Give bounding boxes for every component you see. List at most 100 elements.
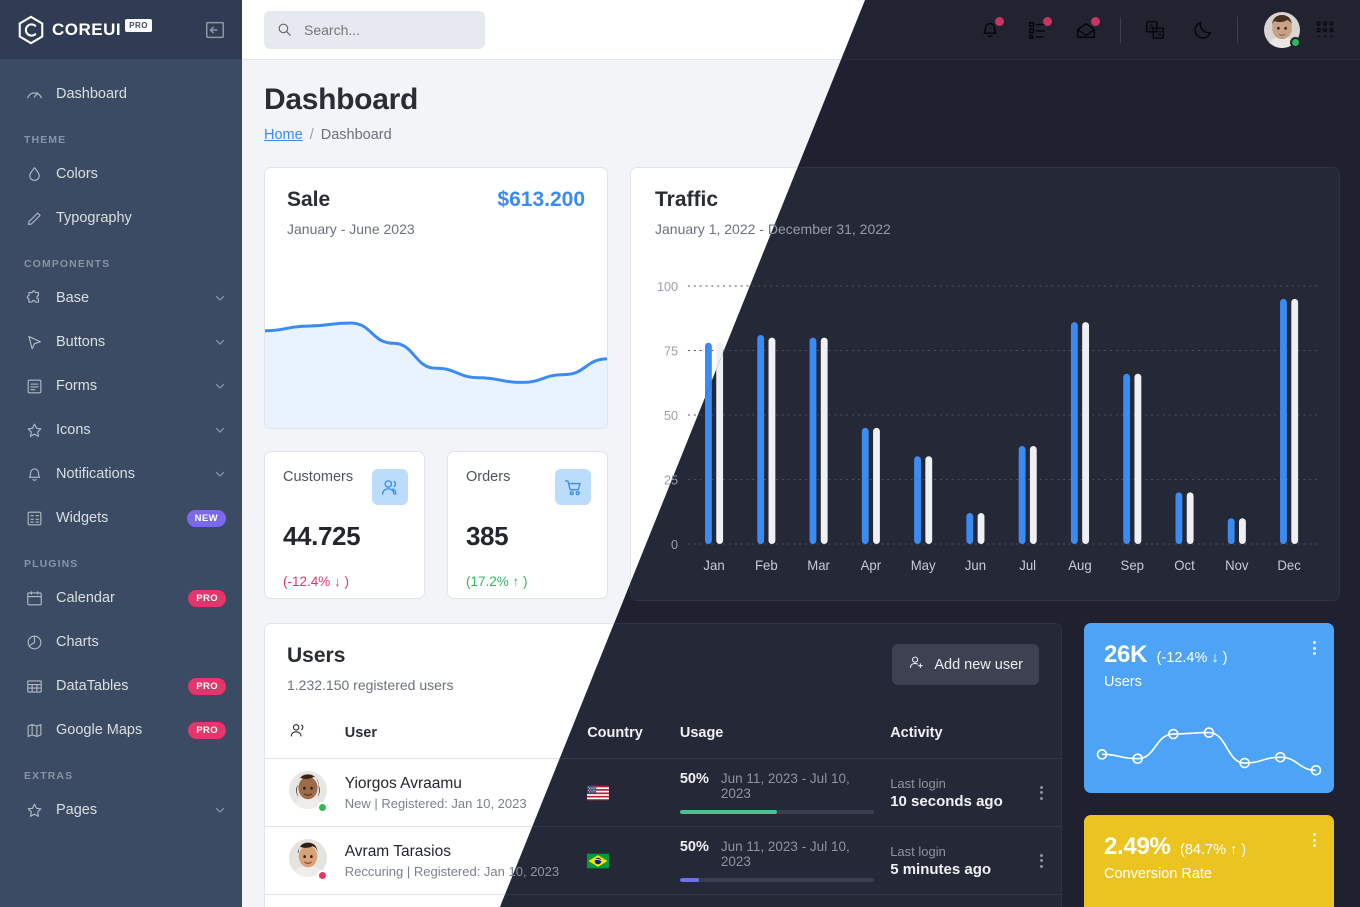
usage-progress-fill bbox=[679, 878, 700, 882]
bell-icon bbox=[24, 464, 44, 484]
user-avatar-cell bbox=[265, 758, 337, 827]
sidebar-item-colors[interactable]: Colors bbox=[0, 152, 242, 196]
breadcrumb-current: Dashboard bbox=[320, 127, 392, 143]
sidebar-item-base[interactable]: Base bbox=[0, 276, 242, 320]
add-user-label: Add new user bbox=[934, 656, 1023, 673]
svg-text:0: 0 bbox=[671, 537, 678, 552]
brand-pro-badge: PRO bbox=[125, 19, 152, 32]
widget-options-icon[interactable] bbox=[1313, 641, 1316, 655]
sidebar-item-buttons[interactable]: Buttons bbox=[0, 320, 242, 364]
sidebar-item-notifications[interactable]: Notifications bbox=[0, 452, 242, 496]
chevron-down-icon[interactable] bbox=[214, 468, 226, 480]
star-icon bbox=[24, 420, 44, 440]
chevron-down-icon[interactable] bbox=[214, 424, 226, 436]
chevron-down-icon[interactable] bbox=[214, 336, 226, 348]
avatar-status-dot bbox=[317, 802, 328, 813]
sidebar-item-label: Widgets bbox=[56, 510, 109, 526]
sidebar-item-widgets[interactable]: Widgets NEW bbox=[0, 496, 242, 540]
activity-value: 5 minutes ago bbox=[890, 860, 992, 878]
sidebar-item-typography[interactable]: Typography bbox=[0, 196, 242, 240]
sidebar-item-pages[interactable]: Pages bbox=[0, 788, 242, 832]
calendar-icon bbox=[24, 588, 44, 608]
widget-value: 26K bbox=[1104, 641, 1148, 668]
sidebar-item-forms[interactable]: Forms bbox=[0, 364, 242, 408]
svg-text:A: A bbox=[1149, 22, 1154, 31]
task-badge bbox=[1043, 16, 1052, 26]
people-icon bbox=[372, 469, 408, 505]
chevron-down-icon[interactable] bbox=[214, 380, 226, 392]
sale-card-period: January - June 2023 bbox=[287, 221, 415, 237]
avatar-status-dot bbox=[317, 870, 328, 881]
puzzle-icon bbox=[24, 288, 44, 308]
row-options-icon[interactable] bbox=[1030, 853, 1053, 868]
sidebar-item-google maps[interactable]: Google Maps PRO bbox=[0, 708, 242, 752]
sidebar-collapse-icon[interactable] bbox=[204, 19, 226, 41]
sidebar-item-charts[interactable]: Charts bbox=[0, 620, 242, 664]
usage-range: Jun 11, 2023 - Jul 10, 2023 bbox=[720, 839, 850, 869]
usage-range: Jun 11, 2023 - Jul 10, 2023 bbox=[720, 771, 850, 801]
activity-value: 10 seconds ago bbox=[890, 792, 1003, 810]
avatar[interactable] bbox=[1264, 11, 1301, 48]
svg-text:May: May bbox=[911, 558, 936, 573]
user-name: Yiorgos Avraamu bbox=[344, 774, 462, 792]
svg-text:Dec: Dec bbox=[1277, 558, 1301, 573]
sidebar-item-label: Forms bbox=[56, 378, 98, 394]
sidebar-item-label: Notifications bbox=[56, 466, 135, 482]
user-country-cell bbox=[579, 826, 672, 895]
stat-cards-row: Customers 44.725 (-12.4% ↓ ) Orders 385 … bbox=[264, 451, 608, 599]
map-icon bbox=[24, 720, 44, 740]
sidebar-badge-pro: PRO bbox=[188, 677, 226, 695]
widget-label: Users bbox=[1104, 674, 1142, 690]
users-card-subtitle: 1.232.150 registered users bbox=[287, 677, 454, 693]
traffic-bar-chart: 0255075100JanFebMarAprMayJunJulAugSepOct… bbox=[641, 276, 1325, 586]
sidebar-item-label: Icons bbox=[56, 422, 91, 438]
header-divider-2 bbox=[1237, 16, 1238, 43]
chart-pie-icon bbox=[24, 632, 44, 652]
svg-text:Jan: Jan bbox=[703, 558, 724, 573]
sidebar-item-label: DataTables bbox=[56, 678, 129, 694]
col-user-header: User bbox=[336, 711, 580, 759]
sidebar-item-calendar[interactable]: Calendar PRO bbox=[0, 576, 242, 620]
search-input[interactable] bbox=[304, 21, 464, 38]
widget-value: 2.49% bbox=[1104, 833, 1171, 860]
widget-options-icon[interactable] bbox=[1313, 833, 1316, 847]
usage-top: 50% Jun 11, 2023 - Jul 10, 2023 bbox=[680, 839, 874, 869]
col-avatar-header bbox=[265, 711, 337, 759]
widget-delta: (-12.4% ↓ ) bbox=[1156, 650, 1228, 666]
usage-progress-bar bbox=[679, 810, 875, 814]
sidebar-item-dashboard[interactable]: Dashboard bbox=[0, 72, 242, 116]
col-menu-header bbox=[1022, 711, 1061, 759]
sidebar-section-title: COMPONENTS bbox=[24, 258, 111, 270]
user-activity-cell: Last login 5 minutes ago bbox=[882, 826, 1023, 895]
user-usage-cell: 50% Jun 11, 2023 - Jul 10, 2023 bbox=[671, 758, 883, 827]
chevron-down-icon[interactable] bbox=[214, 804, 226, 816]
svg-text:75: 75 bbox=[664, 343, 678, 358]
header-divider-1 bbox=[1120, 16, 1121, 43]
stat-card-delta: (-12.4% ↓ ) bbox=[283, 574, 350, 589]
sidebar-brand[interactable]: COREUI PRO bbox=[0, 0, 242, 60]
bell-icon[interactable] bbox=[979, 16, 1004, 41]
translate-icon[interactable]: A 文 bbox=[1144, 19, 1166, 41]
moon-icon[interactable] bbox=[1192, 19, 1214, 41]
widget-delta: (84.7% ↑ ) bbox=[1180, 842, 1247, 858]
chevron-down-icon[interactable] bbox=[214, 292, 226, 304]
widget-label: Conversion Rate bbox=[1104, 866, 1212, 882]
sidebar-item-icons[interactable]: Icons bbox=[0, 408, 242, 452]
add-new-user-button[interactable]: Add new user bbox=[892, 644, 1039, 685]
envelope-icon[interactable] bbox=[1075, 16, 1100, 41]
svg-text:50: 50 bbox=[664, 408, 678, 423]
breadcrumb-home-link[interactable]: Home bbox=[264, 127, 303, 143]
sidebar-badge-pro: PRO bbox=[188, 721, 226, 739]
sidebar-item-datatables[interactable]: DataTables PRO bbox=[0, 664, 242, 708]
task-list-icon[interactable] bbox=[1027, 16, 1052, 41]
search-box[interactable] bbox=[264, 10, 485, 49]
header-actions: A 文 bbox=[966, 11, 1336, 48]
row-options-icon[interactable] bbox=[1030, 785, 1053, 800]
svg-text:Sep: Sep bbox=[1121, 558, 1144, 573]
grid-apps-icon[interactable] bbox=[1314, 19, 1336, 41]
sidebar-section-title: THEME bbox=[24, 134, 67, 146]
svg-text:Apr: Apr bbox=[861, 558, 882, 573]
sale-area-chart bbox=[265, 258, 607, 428]
sidebar-item-label: Typography bbox=[56, 210, 132, 226]
sidebar-item-label: Dashboard bbox=[56, 86, 127, 102]
